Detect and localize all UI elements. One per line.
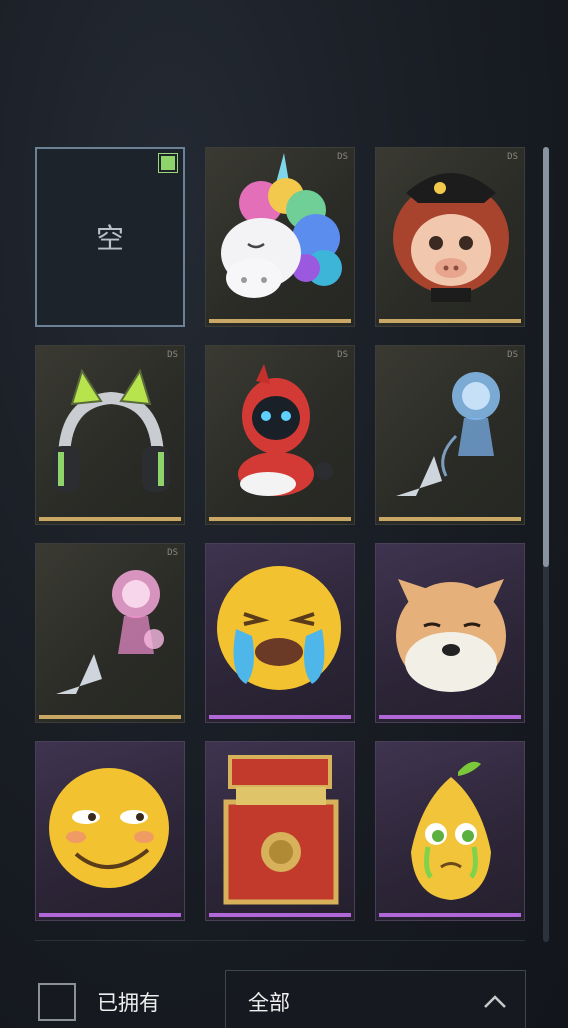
filter-dropdown[interactable]: 全部 xyxy=(225,970,526,1028)
item-grid: 空 DS DS DS DS DS DS xyxy=(35,147,525,921)
pink-hologram-sprite-icon xyxy=(56,570,164,694)
item-slot-red-robot[interactable]: DS xyxy=(205,345,355,525)
smirk-emoji-face-icon xyxy=(49,768,169,888)
chevron-up-icon xyxy=(484,995,506,1008)
pirate-pig-girl-head-icon xyxy=(393,173,509,302)
item-slot-crying-emoji[interactable] xyxy=(205,543,355,723)
item-slot-cat-headphones[interactable]: DS xyxy=(35,345,185,525)
item-slot-crying-pear[interactable] xyxy=(375,741,525,921)
item-slot-unicorn[interactable]: DS xyxy=(205,147,355,327)
red-treasure-chest-icon xyxy=(223,755,339,905)
crying-pear-icon xyxy=(411,761,491,900)
owned-label: 已拥有 xyxy=(97,991,160,1015)
item-slot-doge[interactable] xyxy=(375,543,525,723)
empty-slot[interactable]: 空 xyxy=(35,147,185,327)
item-slot-blue-sprite[interactable]: DS xyxy=(375,345,525,525)
item-slot-smirk-emoji[interactable] xyxy=(35,741,185,921)
red-robot-bot-icon xyxy=(238,364,333,496)
item-slot-pink-sprite[interactable]: DS xyxy=(35,543,185,723)
selected-marker-icon xyxy=(158,153,178,173)
crying-emoji-face-icon xyxy=(217,566,341,690)
shiba-doge-face-icon xyxy=(396,579,506,692)
blue-hologram-sprite-icon xyxy=(396,372,500,496)
item-slot-treasure-chest[interactable] xyxy=(205,741,355,921)
filter-dropdown-label: 全部 xyxy=(248,991,290,1015)
owned-checkbox[interactable] xyxy=(38,983,76,1021)
scrollbar-thumb[interactable] xyxy=(543,147,549,567)
item-slot-pirate-pig[interactable]: DS xyxy=(375,147,525,327)
cat-ear-headphones-icon xyxy=(52,368,170,492)
scrollbar[interactable] xyxy=(543,147,549,942)
empty-slot-label: 空 xyxy=(95,222,124,255)
divider xyxy=(35,940,525,941)
rainbow-unicorn-head-icon xyxy=(221,153,342,298)
